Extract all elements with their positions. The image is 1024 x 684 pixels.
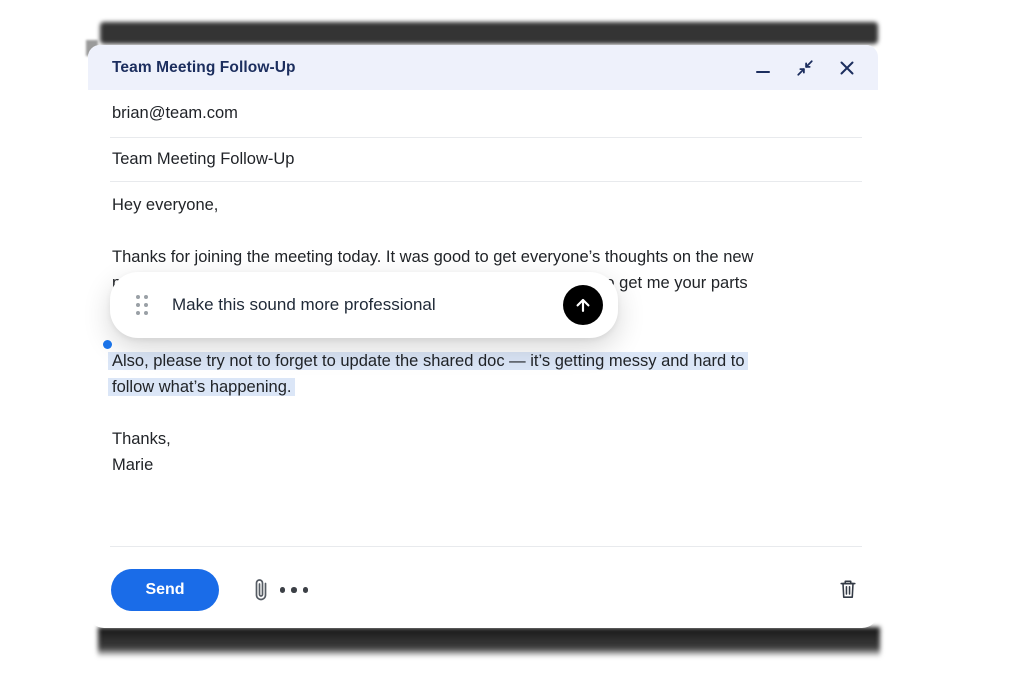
body-line <box>112 400 854 426</box>
body-line: Thanks for joining the meeting today. It… <box>112 244 854 270</box>
more-options-button[interactable] <box>270 575 318 605</box>
to-field-value: brian@team.com <box>112 104 238 123</box>
paperclip-icon <box>253 577 269 603</box>
screenshot-stage: Team Meeting Follow-Up <box>0 0 1024 684</box>
to-field[interactable]: brian@team.com <box>110 90 862 138</box>
collapse-button[interactable] <box>794 57 816 79</box>
ellipsis-icon <box>280 587 286 593</box>
body-line-selected: follow what’s happening. <box>112 374 854 400</box>
minus-icon <box>756 61 770 75</box>
send-button[interactable]: Send <box>111 569 219 611</box>
delete-draft-button[interactable] <box>834 574 862 604</box>
close-button[interactable] <box>836 57 858 79</box>
body-line: Marie <box>112 452 854 478</box>
arrow-up-icon <box>573 295 593 315</box>
window-shadow-top <box>100 22 878 44</box>
compress-arrows-icon <box>796 59 814 77</box>
compose-titlebar[interactable]: Team Meeting Follow-Up <box>88 45 878 90</box>
window-shadow-bottom <box>98 627 880 657</box>
subject-field-value: Team Meeting Follow-Up <box>112 150 294 169</box>
body-line-selected: Also, please try not to forget to update… <box>112 348 854 374</box>
body-line: Thanks, <box>112 426 854 452</box>
selected-text: Also, please try not to forget to update… <box>112 352 745 370</box>
ai-prompt-bar[interactable]: Make this sound more professional <box>110 272 618 338</box>
ai-prompt-text[interactable]: Make this sound more professional <box>172 295 436 315</box>
window-title: Team Meeting Follow-Up <box>112 59 296 77</box>
body-line: Hey everyone, <box>112 192 854 218</box>
toolbar-divider <box>110 546 862 547</box>
drag-handle-dots-icon[interactable] <box>136 295 148 315</box>
selected-text: follow what’s happening. <box>112 378 292 396</box>
x-icon <box>839 60 855 76</box>
ai-submit-button[interactable] <box>563 285 603 325</box>
body-line <box>112 218 854 244</box>
selection-handle[interactable] <box>103 340 112 349</box>
trash-icon <box>838 578 858 600</box>
window-controls <box>752 45 858 90</box>
subject-field[interactable]: Team Meeting Follow-Up <box>110 137 862 182</box>
minimize-button[interactable] <box>752 57 774 79</box>
